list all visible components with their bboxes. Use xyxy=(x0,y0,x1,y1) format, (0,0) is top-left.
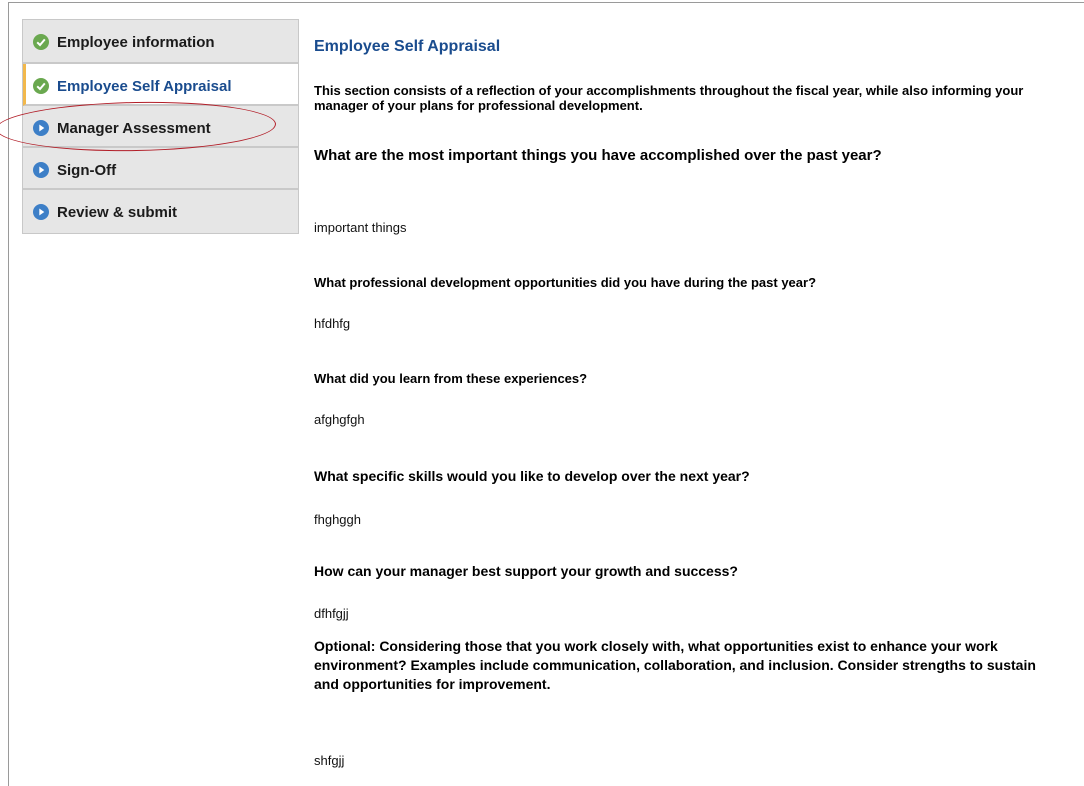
play-circle-icon xyxy=(33,204,49,220)
question-1: What are the most important things you h… xyxy=(314,147,882,164)
play-circle-icon xyxy=(33,162,49,178)
sidebar-item-sign-off[interactable]: Sign-Off xyxy=(23,148,298,190)
check-circle-icon xyxy=(33,78,49,94)
answer-2: hfdhfg xyxy=(314,316,351,331)
sidebar-item-employee-information[interactable]: Employee information xyxy=(23,20,298,64)
section-intro: This section consists of a reflection of… xyxy=(314,83,1024,113)
answer-3: afghgfgh xyxy=(314,412,365,427)
answer-4: fhghggh xyxy=(314,512,361,527)
question-6: Optional: Considering those that you wor… xyxy=(314,638,1036,692)
check-circle-icon xyxy=(33,34,49,50)
sidebar-item-label: Sign-Off xyxy=(57,162,117,179)
question-2: What professional development opportunit… xyxy=(314,275,817,290)
answer-1: important things xyxy=(314,220,407,235)
sidebar-item-label: Employee information xyxy=(57,34,215,51)
answer-6: shfgjj xyxy=(314,753,345,768)
question-4: What specific skills would you like to d… xyxy=(314,468,750,484)
sidebar-item-review-submit[interactable]: Review & submit xyxy=(23,190,298,233)
main-content: Employee Self Appraisal This section con… xyxy=(314,38,1054,768)
page-title: Employee Self Appraisal xyxy=(314,38,501,55)
question-5: How can your manager best support your g… xyxy=(314,563,738,579)
sidebar-item-employee-self-appraisal[interactable]: Employee Self Appraisal xyxy=(23,64,298,106)
sidebar-item-label: Review & submit xyxy=(57,204,178,221)
answer-5: dfhfgjj xyxy=(314,606,349,621)
sidebar-item-label: Employee Self Appraisal xyxy=(57,78,232,95)
question-3: What did you learn from these experience… xyxy=(314,371,588,386)
